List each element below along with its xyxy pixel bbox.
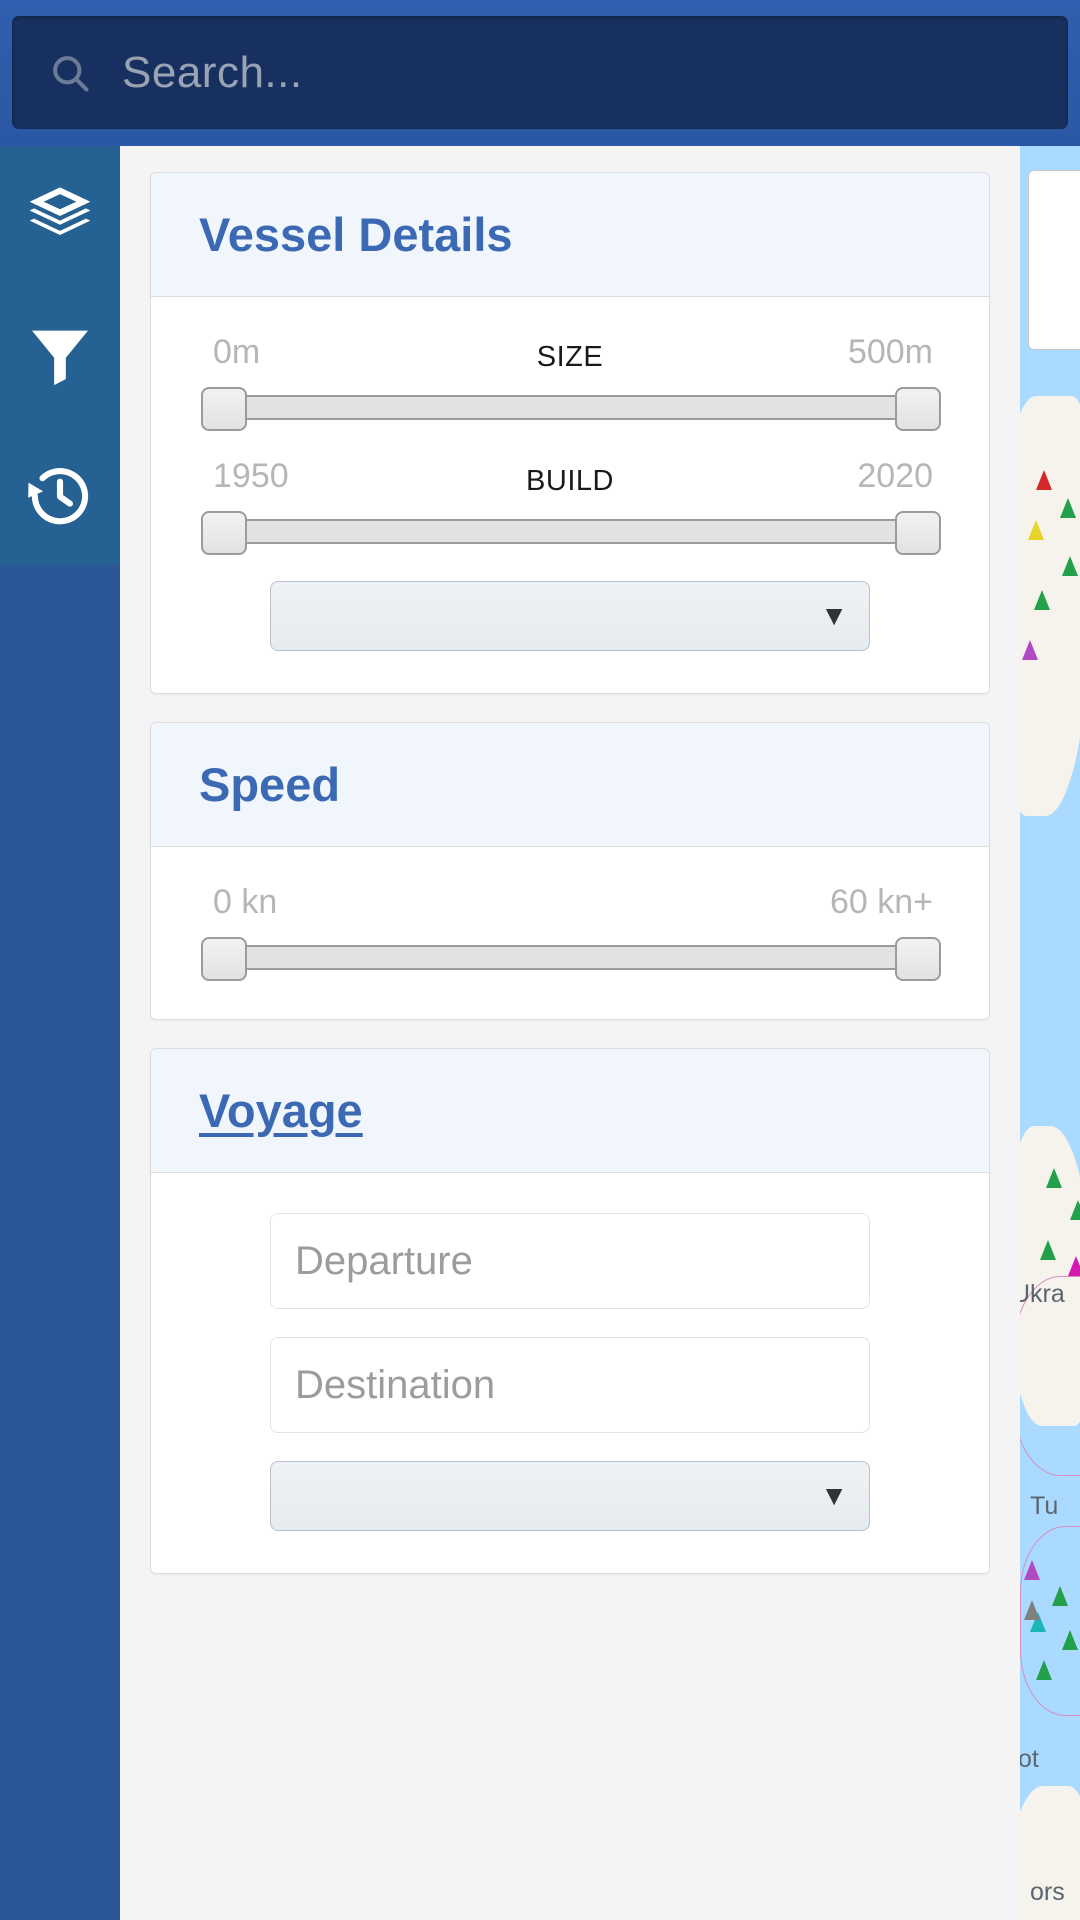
left-icon-rail xyxy=(0,146,120,1920)
map-place-label: ors xyxy=(1030,1878,1065,1906)
destination-input[interactable] xyxy=(270,1337,870,1433)
map-vessel-marker[interactable] xyxy=(1046,1168,1062,1188)
card-body-speed: 0 kn 60 kn+ xyxy=(151,847,989,1019)
slider-labels-size: 0m SIZE 500m xyxy=(199,333,941,379)
search-icon xyxy=(48,51,92,95)
search-box[interactable] xyxy=(12,16,1068,129)
vessel-type-select-wrap: ▼ xyxy=(270,581,870,651)
layers-icon xyxy=(25,181,95,251)
map-vessel-marker[interactable] xyxy=(1068,1256,1080,1276)
map-country-border xyxy=(1020,1526,1080,1716)
map-place-label: Tu xyxy=(1030,1492,1059,1520)
map-vessel-marker[interactable] xyxy=(1024,1600,1040,1620)
card-body-vessel-details: 0m SIZE 500m 1950 BUILD 2020 ▼ xyxy=(151,297,989,693)
slider-handle-build-high[interactable] xyxy=(895,511,941,555)
card-header-speed[interactable]: Speed xyxy=(151,723,989,847)
slider-name-build: BUILD xyxy=(526,465,614,497)
card-body-voyage: ▼ xyxy=(151,1173,989,1573)
slider-max-label-speed: 60 kn+ xyxy=(829,883,933,921)
card-speed: Speed 0 kn 60 kn+ xyxy=(150,722,990,1020)
search-input[interactable] xyxy=(122,47,1068,98)
map-vessel-marker[interactable] xyxy=(1062,556,1078,576)
sidebar-item-history[interactable] xyxy=(0,426,120,566)
card-title-voyage[interactable]: Voyage xyxy=(199,1083,363,1138)
slider-group-build: 1950 BUILD 2020 xyxy=(199,457,941,555)
filter-funnel-icon xyxy=(25,321,95,391)
card-voyage: Voyage ▼ xyxy=(150,1048,990,1574)
slider-handle-build-low[interactable] xyxy=(201,511,247,555)
card-vessel-details: Vessel Details 0m SIZE 500m 1950 BUILD 2… xyxy=(150,172,990,694)
slider-labels-speed: 0 kn 60 kn+ xyxy=(199,883,941,929)
slider-handle-size-high[interactable] xyxy=(895,387,941,431)
slider-max-label-build: 2020 xyxy=(857,457,933,495)
map-vessel-marker[interactable] xyxy=(1070,1200,1080,1220)
slider-name-size: SIZE xyxy=(536,341,604,373)
top-search-bar xyxy=(0,0,1080,146)
map-vessel-marker[interactable] xyxy=(1040,1240,1056,1260)
map-vessel-marker[interactable] xyxy=(1034,590,1050,610)
map-vessel-marker[interactable] xyxy=(1052,1586,1068,1606)
voyage-status-select-wrap: ▼ xyxy=(270,1461,870,1531)
map-zoom-control[interactable] xyxy=(1028,170,1080,350)
sidebar-item-layers[interactable] xyxy=(0,146,120,286)
slider-max-label-size: 500m xyxy=(847,333,933,371)
slider-track-speed[interactable] xyxy=(199,937,941,981)
slider-group-size: 0m SIZE 500m xyxy=(199,333,941,431)
sidebar-item-filters[interactable] xyxy=(0,286,120,426)
map-vessel-marker[interactable] xyxy=(1036,470,1052,490)
slider-handle-speed-high[interactable] xyxy=(895,937,941,981)
slider-rail-speed xyxy=(213,945,933,970)
slider-rail-build xyxy=(213,519,933,544)
map-vessel-marker[interactable] xyxy=(1024,1560,1040,1580)
map-vessel-marker[interactable] xyxy=(1028,520,1044,540)
card-header-voyage[interactable]: Voyage xyxy=(151,1049,989,1173)
slider-handle-size-low[interactable] xyxy=(201,387,247,431)
filter-panel: Vessel Details 0m SIZE 500m 1950 BUILD 2… xyxy=(120,146,1020,1920)
map-vessel-marker[interactable] xyxy=(1060,498,1076,518)
slider-handle-speed-low[interactable] xyxy=(201,937,247,981)
map-place-label: ot xyxy=(1018,1745,1039,1773)
slider-track-build[interactable] xyxy=(199,511,941,555)
slider-labels-build: 1950 BUILD 2020 xyxy=(199,457,941,503)
card-header-vessel-details[interactable]: Vessel Details xyxy=(151,173,989,297)
slider-rail-size xyxy=(213,395,933,420)
map-vessel-marker[interactable] xyxy=(1022,640,1038,660)
slider-track-size[interactable] xyxy=(199,387,941,431)
slider-min-label-speed: 0 kn xyxy=(213,883,278,921)
card-title-speed: Speed xyxy=(199,758,341,811)
map-vessel-marker[interactable] xyxy=(1062,1630,1078,1650)
map-vessel-marker[interactable] xyxy=(1036,1660,1052,1680)
departure-input[interactable] xyxy=(270,1213,870,1309)
voyage-status-select[interactable] xyxy=(270,1461,870,1531)
card-title-vessel-details: Vessel Details xyxy=(199,208,513,261)
slider-group-speed: 0 kn 60 kn+ xyxy=(199,883,941,981)
history-clock-icon xyxy=(25,461,95,531)
vessel-type-select[interactable] xyxy=(270,581,870,651)
